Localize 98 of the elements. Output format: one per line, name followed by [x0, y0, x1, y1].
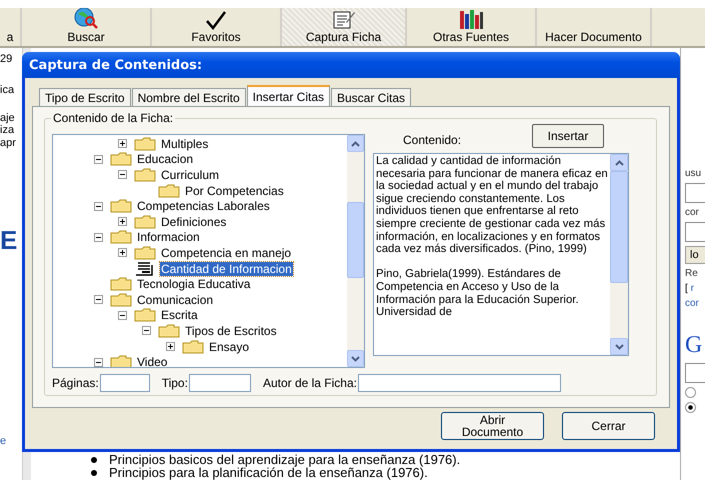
- page-heading: G: [685, 331, 704, 359]
- collapse-icon[interactable]: [94, 232, 103, 242]
- collapse-icon[interactable]: [94, 295, 103, 304]
- scroll-up-button[interactable]: [347, 135, 364, 152]
- expand-icon[interactable]: [118, 139, 127, 148]
- chevron-down-icon: [351, 356, 360, 362]
- page-label: Re: [685, 268, 699, 279]
- bullet-icon: [91, 456, 97, 462]
- tree-item[interactable]: Competencias Laborales: [136, 199, 271, 214]
- folder-icon: [158, 184, 180, 198]
- dialog-button[interactable]: Abrir Documento: [441, 412, 544, 440]
- text-area[interactable]: [373, 153, 629, 356]
- tree-item[interactable]: Educacion: [136, 152, 194, 166]
- page-text: aje: [0, 113, 16, 124]
- field-label: Autor de la Ficha:: [262, 376, 357, 390]
- radio-button[interactable]: [685, 387, 696, 398]
- page-label: cor: [685, 207, 700, 218]
- bracket-text: [: [685, 283, 688, 294]
- input-field[interactable]: [100, 374, 150, 392]
- check-icon: [205, 10, 227, 30]
- tab[interactable]: Nombre del Escrito: [132, 88, 246, 106]
- folder-icon: [110, 230, 132, 244]
- collapse-icon[interactable]: [94, 358, 103, 367]
- tree-item[interactable]: Competencia en manejo: [160, 246, 292, 260]
- books-icon: [458, 8, 484, 30]
- toolbar-button[interactable]: Captura Ficha: [282, 8, 407, 46]
- field-label: Páginas:: [52, 376, 99, 390]
- folder-icon: [182, 340, 204, 354]
- tree-item[interactable]: Video: [136, 355, 168, 367]
- page-text: iza: [0, 125, 16, 136]
- chevron-up-icon: [614, 160, 624, 166]
- scroll-down-button[interactable]: [610, 338, 628, 355]
- page-text: 29: [0, 54, 14, 65]
- collapse-icon[interactable]: [94, 154, 103, 164]
- scroll-up-button[interactable]: [610, 154, 628, 171]
- tree-item[interactable]: Multiples: [160, 136, 210, 151]
- tree-item[interactable]: Curriculum: [160, 168, 220, 182]
- scrollbar[interactable]: [610, 154, 628, 355]
- globe-search-icon: [73, 8, 99, 30]
- scroll-thumb[interactable]: [610, 171, 628, 283]
- tree-item[interactable]: Informacion: [136, 230, 201, 244]
- content-label: Contenido:: [403, 132, 462, 146]
- input-field[interactable]: [358, 374, 561, 392]
- expand-icon[interactable]: [166, 342, 175, 352]
- expand-icon[interactable]: [118, 248, 127, 258]
- radio-button[interactable]: [685, 402, 696, 413]
- scrollbar[interactable]: [347, 135, 364, 367]
- page-button[interactable]: lo: [685, 246, 705, 264]
- tree-item[interactable]: Ensayo: [208, 340, 250, 354]
- list-item-text: Principios basicos del aprendizaje para la enseñanza (1976).: [109, 453, 460, 466]
- page-label: usu: [685, 168, 702, 179]
- collapse-icon[interactable]: [118, 310, 127, 320]
- page-link[interactable]: cor: [685, 298, 699, 309]
- insert-button[interactable]: Insertar: [532, 124, 604, 148]
- tree-item[interactable]: Tipos de Escritos: [184, 324, 278, 338]
- document-icon: [134, 262, 156, 276]
- page-text: apr: [0, 138, 17, 149]
- folder-icon: [134, 246, 156, 260]
- input-field[interactable]: [188, 374, 251, 392]
- expand-icon[interactable]: [118, 217, 127, 226]
- folder-icon: [134, 168, 156, 182]
- chevron-up-icon: [351, 140, 360, 146]
- page-text: ica: [0, 85, 16, 96]
- tree-item[interactable]: Comunicacion: [136, 292, 214, 307]
- tab[interactable]: Tipo de Escrito: [39, 88, 131, 106]
- page-text: E: [0, 227, 18, 253]
- folder-icon: [134, 136, 156, 151]
- page-text: e: [0, 436, 8, 447]
- tab[interactable]: Insertar Citas: [246, 85, 330, 106]
- collapse-icon[interactable]: [142, 326, 151, 336]
- folder-icon: [110, 355, 132, 367]
- folder-icon: [110, 152, 132, 166]
- folder-icon: [110, 292, 132, 307]
- group-label: Contenido de la Ficha:: [51, 111, 176, 125]
- collapse-icon[interactable]: [118, 170, 127, 180]
- dialog-button[interactable]: Cerrar: [562, 412, 655, 440]
- collapse-icon[interactable]: [94, 202, 103, 211]
- bullet-icon: [91, 470, 97, 476]
- folder-icon: [110, 277, 132, 292]
- chevron-down-icon: [614, 344, 624, 350]
- scroll-thumb[interactable]: [347, 202, 364, 278]
- tree-item[interactable]: Cantidad de Informacion: [160, 262, 293, 276]
- tree-item[interactable]: Por Competencias: [184, 184, 285, 198]
- content-paragraph: La calidad y cantidad de información necesaria para funcionar de manera eficaz en la sociedad actual y en el mundo del trabajo sigue creciendo constantemente. Los individuos tienen que enfrentarse al reto siempre creciente de gestionar cada vez más información, en localizaciones y en formatos cada vez más diversificados. (Pino, 1999): [376, 155, 608, 256]
- tab[interactable]: Buscar Citas: [331, 88, 412, 106]
- page-link[interactable]: r: [690, 283, 694, 294]
- window-title: Captura de Contenidos:: [22, 52, 680, 78]
- folder-icon: [134, 308, 156, 322]
- folder-icon: [110, 199, 132, 214]
- tree-item[interactable]: Tecnologia Educativa: [136, 277, 252, 292]
- field-label: Tipo:: [162, 376, 188, 390]
- folder-icon: [158, 324, 180, 338]
- content-paragraph: Pino, Gabriela(1999). Estándares de Competencia en Acceso y Uso de la Información para la Educación Superior. Universidad de: [376, 268, 580, 319]
- folder-icon: [134, 214, 156, 229]
- tree-item[interactable]: Definiciones: [160, 214, 228, 229]
- scroll-down-button[interactable]: [347, 350, 364, 367]
- tree-item[interactable]: Escrita: [160, 308, 199, 322]
- list-item-text: Principios para la planificación de la enseñanza (1976).: [109, 466, 428, 479]
